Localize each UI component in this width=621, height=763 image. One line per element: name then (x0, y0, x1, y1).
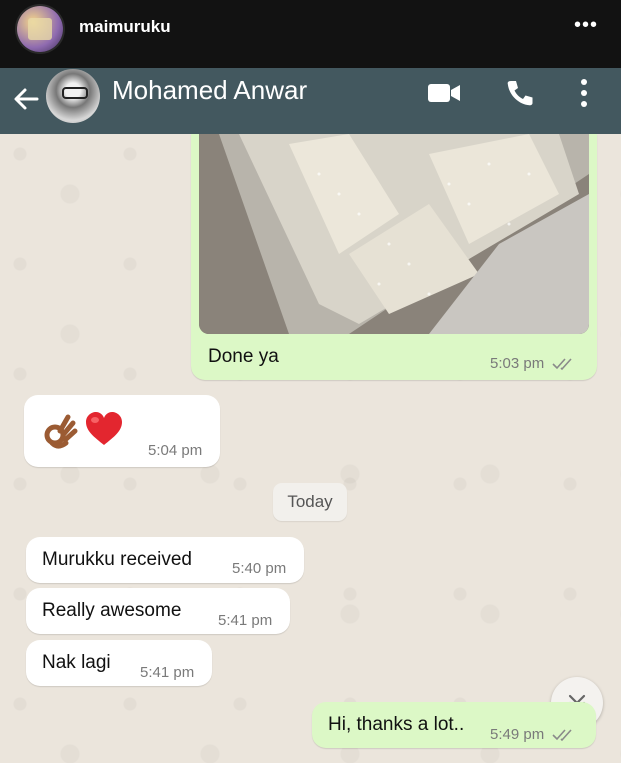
red-heart-icon (86, 412, 122, 445)
incoming-text-message[interactable]: Really awesome 5:41 pm (26, 588, 290, 634)
ok-hand-icon (44, 414, 78, 449)
more-vertical-icon[interactable] (577, 77, 591, 109)
read-ticks-icon (552, 729, 572, 742)
chat-area[interactable]: Done ya 5:03 pm 5:04 pm Today Murukku re… (0, 134, 621, 763)
message-meta: 5:03 pm (490, 355, 576, 372)
read-ticks-icon (552, 358, 572, 371)
message-text: Nak lagi (42, 652, 111, 673)
message-meta: 5:49 pm (490, 726, 576, 743)
incoming-emoji-message[interactable]: 5:04 pm (24, 395, 220, 467)
message-text: Murukku received (42, 549, 192, 570)
message-time: 5:49 pm (490, 726, 545, 743)
contact-avatar[interactable] (46, 69, 100, 123)
instagram-header: maimuruku ••• (0, 0, 621, 68)
message-text: Really awesome (42, 600, 182, 621)
contact-name[interactable]: Mohamed Anwar (112, 75, 307, 106)
message-time: 5:41 pm (140, 664, 195, 681)
back-arrow-icon[interactable] (12, 85, 40, 113)
message-time: 5:41 pm (218, 612, 273, 629)
message-text: Hi, thanks a lot.. (328, 714, 465, 735)
incoming-text-message[interactable]: Nak lagi 5:41 pm (26, 640, 212, 686)
more-horizontal-icon[interactable]: ••• (574, 14, 598, 37)
outgoing-text-message[interactable]: Hi, thanks a lot.. 5:49 pm (312, 702, 596, 748)
shared-photo[interactable] (199, 134, 589, 334)
date-divider: Today (273, 483, 347, 521)
incoming-text-message[interactable]: Murukku received 5:40 pm (26, 537, 304, 583)
image-caption: Done ya (208, 346, 279, 367)
video-call-icon[interactable] (427, 82, 461, 104)
instagram-username[interactable]: maimuruku (79, 17, 171, 37)
profile-avatar[interactable] (17, 6, 63, 52)
chat-header: Mohamed Anwar (0, 68, 621, 134)
message-time: 5:04 pm (148, 442, 203, 459)
message-time: 5:03 pm (490, 355, 545, 372)
voice-call-icon[interactable] (505, 78, 535, 108)
message-time: 5:40 pm (232, 560, 287, 577)
outgoing-image-message[interactable]: Done ya 5:03 pm (191, 134, 597, 380)
